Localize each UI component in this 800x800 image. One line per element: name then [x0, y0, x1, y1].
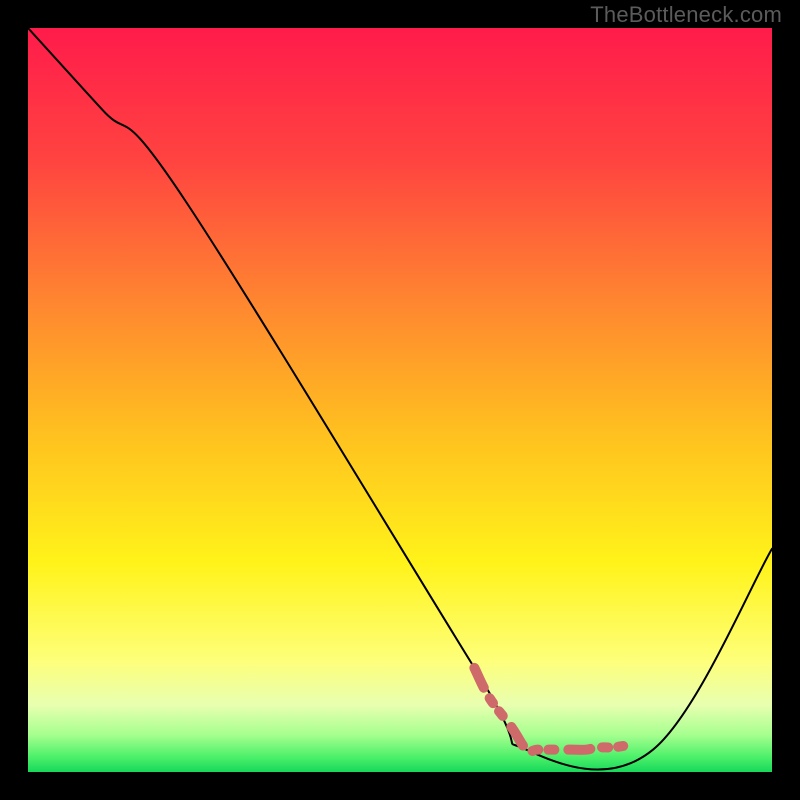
bottleneck-chart — [28, 28, 772, 772]
watermark-text: TheBottleneck.com — [590, 2, 782, 28]
chart-frame: TheBottleneck.com — [0, 0, 800, 800]
plot-area — [28, 28, 772, 772]
